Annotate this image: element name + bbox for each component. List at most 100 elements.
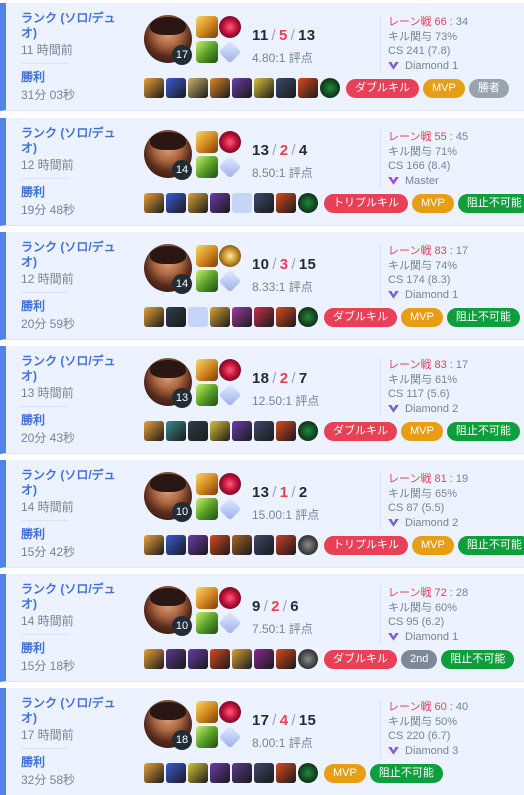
item-icon[interactable] [276, 763, 296, 783]
item-icon[interactable] [166, 763, 186, 783]
kda-ratio: 7.50:1 評点 [252, 622, 313, 636]
item-icon[interactable] [166, 421, 186, 441]
champion-portrait[interactable]: 10 [144, 586, 192, 636]
match-card[interactable]: ランク (ソロ/デュオ) 12 時間前 勝利 19分 48秒 14 13/2/4 8.50:… [0, 118, 524, 226]
item-icon[interactable] [144, 763, 164, 783]
electrocute-rune-icon[interactable] [219, 16, 241, 38]
item-icon[interactable] [298, 78, 318, 98]
item-icon[interactable] [276, 649, 296, 669]
item-icon[interactable] [166, 649, 186, 669]
champion-portrait[interactable]: 14 [144, 130, 192, 180]
item-icon[interactable] [144, 535, 164, 555]
item-icon[interactable] [232, 307, 252, 327]
secondary-rune-icon[interactable] [218, 155, 242, 179]
secondary-rune-icon[interactable] [218, 497, 242, 521]
item-icon[interactable] [254, 763, 274, 783]
trinket-icon[interactable] [298, 535, 318, 555]
item-icon[interactable] [144, 78, 164, 98]
item-icon[interactable] [188, 78, 208, 98]
item-icon[interactable] [276, 421, 296, 441]
item-icon[interactable] [276, 535, 296, 555]
item-icon[interactable] [166, 535, 186, 555]
champion-portrait[interactable]: 14 [144, 244, 192, 294]
precision-rune-icon[interactable] [219, 245, 241, 267]
item-icon[interactable] [276, 307, 296, 327]
item-icon[interactable] [254, 535, 274, 555]
secondary-rune-icon[interactable] [218, 40, 242, 64]
item-icon[interactable] [144, 307, 164, 327]
trinket-icon[interactable] [298, 649, 318, 669]
item-icon[interactable] [276, 78, 296, 98]
item-icon[interactable] [210, 193, 230, 213]
ghost-spell-icon[interactable] [196, 612, 218, 634]
assists: 2 [298, 484, 308, 501]
item-icon[interactable] [188, 649, 208, 669]
electrocute-rune-icon[interactable] [219, 587, 241, 609]
item-icon[interactable] [144, 421, 164, 441]
item-icon[interactable] [254, 307, 274, 327]
item-icon[interactable] [166, 193, 186, 213]
item-icon[interactable] [232, 649, 252, 669]
ghost-spell-icon[interactable] [196, 156, 218, 178]
ghost-spell-icon[interactable] [196, 270, 218, 292]
champion-portrait[interactable]: 13 [144, 358, 192, 408]
item-build [144, 535, 320, 555]
item-icon[interactable] [210, 763, 230, 783]
item-icon[interactable] [188, 535, 208, 555]
item-icon[interactable] [210, 307, 230, 327]
champion-portrait[interactable]: 10 [144, 472, 192, 522]
electrocute-rune-icon[interactable] [219, 473, 241, 495]
item-icon[interactable] [210, 649, 230, 669]
item-icon[interactable] [166, 307, 186, 327]
item-icon[interactable] [210, 78, 230, 98]
trinket-icon[interactable] [320, 78, 340, 98]
item-icon[interactable] [188, 421, 208, 441]
flash-spell-icon[interactable] [196, 131, 218, 153]
item-icon[interactable] [232, 421, 252, 441]
trinket-icon[interactable] [298, 307, 318, 327]
secondary-rune-icon[interactable] [218, 269, 242, 293]
secondary-rune-icon[interactable] [218, 611, 242, 635]
match-card[interactable]: ランク (ソロ/デュオ) 14 時間前 勝利 15分 42秒 10 13/1/2 15.00… [0, 460, 524, 568]
item-icon[interactable] [210, 535, 230, 555]
secondary-rune-icon[interactable] [218, 725, 242, 749]
item-icon[interactable] [210, 421, 230, 441]
flash-spell-icon[interactable] [196, 16, 218, 38]
ghost-spell-icon[interactable] [196, 41, 218, 63]
match-card[interactable]: ランク (ソロ/デュオ) 11 時間前 勝利 31分 03秒 17 11/5/13 4.80… [0, 3, 524, 111]
flash-spell-icon[interactable] [196, 359, 218, 381]
item-icon[interactable] [232, 78, 252, 98]
secondary-rune-icon[interactable] [218, 383, 242, 407]
match-card[interactable]: ランク (ソロ/デュオ) 13 時間前 勝利 20分 43秒 13 18/2/7 12.50… [0, 346, 524, 454]
match-card[interactable]: ランク (ソロ/デュオ) 17 時間前 勝利 32分 58秒 18 17/4/15 8.00… [0, 688, 524, 795]
electrocute-rune-icon[interactable] [219, 359, 241, 381]
match-card[interactable]: ランク (ソロ/デュオ) 12 時間前 勝利 20分 59秒 14 10/3/15 8.33… [0, 232, 524, 340]
flash-spell-icon[interactable] [196, 245, 218, 267]
electrocute-rune-icon[interactable] [219, 701, 241, 723]
item-icon[interactable] [254, 78, 274, 98]
item-icon[interactable] [254, 421, 274, 441]
match-card[interactable]: ランク (ソロ/デュオ) 14 時間前 勝利 15分 18秒 10 9/2/6 7.50:1… [0, 574, 524, 682]
ghost-spell-icon[interactable] [196, 384, 218, 406]
item-icon[interactable] [276, 193, 296, 213]
trinket-icon[interactable] [298, 421, 318, 441]
item-icon[interactable] [144, 649, 164, 669]
champion-portrait[interactable]: 17 [144, 15, 192, 65]
ghost-spell-icon[interactable] [196, 726, 218, 748]
trinket-icon[interactable] [298, 763, 318, 783]
electrocute-rune-icon[interactable] [219, 131, 241, 153]
item-icon[interactable] [254, 193, 274, 213]
flash-spell-icon[interactable] [196, 473, 218, 495]
item-icon[interactable] [232, 535, 252, 555]
item-icon[interactable] [254, 649, 274, 669]
trinket-icon[interactable] [298, 193, 318, 213]
flash-spell-icon[interactable] [196, 701, 218, 723]
flash-spell-icon[interactable] [196, 587, 218, 609]
item-icon[interactable] [166, 78, 186, 98]
ghost-spell-icon[interactable] [196, 498, 218, 520]
item-icon[interactable] [232, 763, 252, 783]
champion-portrait[interactable]: 18 [144, 700, 192, 750]
item-icon[interactable] [188, 763, 208, 783]
item-icon[interactable] [188, 193, 208, 213]
item-icon[interactable] [144, 193, 164, 213]
